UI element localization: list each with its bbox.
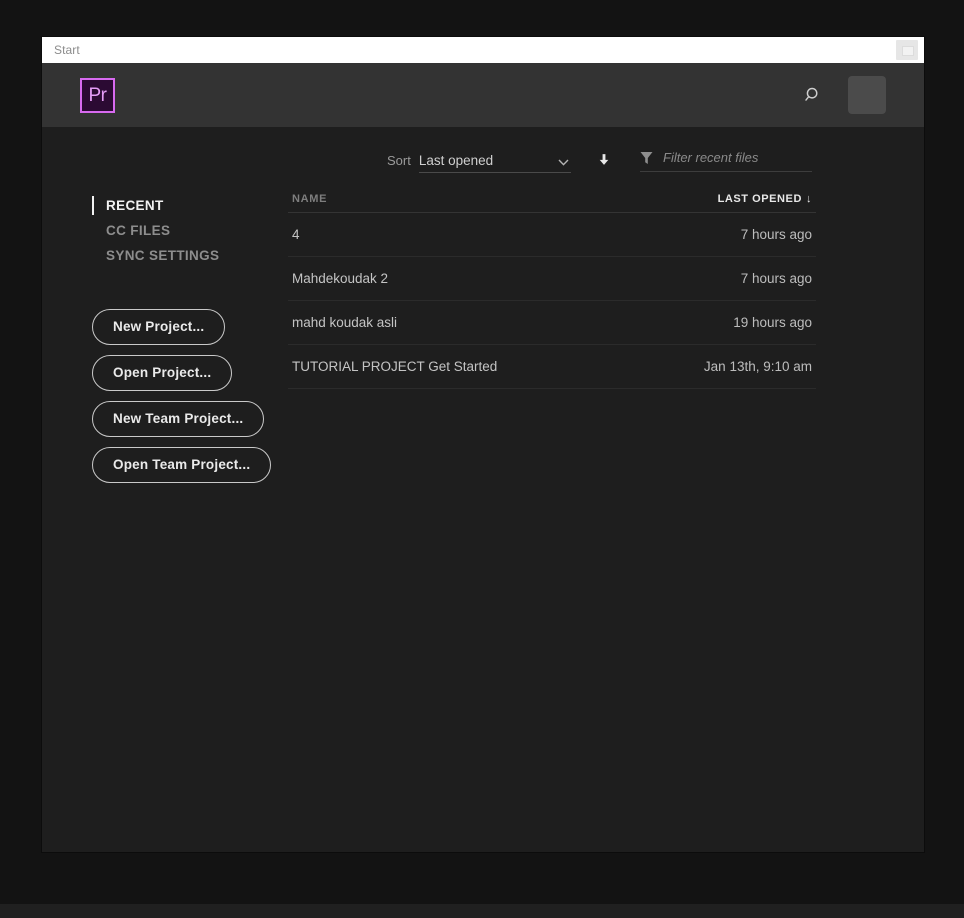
table-row[interactable]: 4 7 hours ago — [288, 213, 816, 257]
search-icon — [805, 87, 818, 101]
filter-funnel-icon — [640, 151, 653, 165]
arrow-down-icon — [599, 154, 609, 165]
premiere-pro-logo-text: Pr — [88, 84, 108, 106]
open-project-button[interactable]: Open Project... — [92, 355, 233, 391]
table-row[interactable]: mahd koudak asli 19 hours ago — [288, 301, 816, 345]
filter-field-group[interactable] — [640, 149, 843, 172]
sidebar-nav: RECENT CC FILES SYNC SETTINGS — [92, 193, 307, 268]
project-last-opened: 7 hours ago — [740, 227, 812, 242]
table-header: NAME LAST OPENED ↓ — [288, 193, 816, 213]
sidebar-item-cc-files[interactable]: CC FILES — [92, 218, 307, 243]
premiere-pro-start-window: Start Pr Sort Last opened Filter recent … — [42, 37, 924, 852]
window-titlebar: Start — [42, 37, 924, 63]
sidebar-item-sync-settings[interactable]: SYNC SETTINGS — [92, 243, 307, 268]
new-team-project-button[interactable]: New Team Project... — [92, 401, 265, 437]
desktop-background: Start Pr Sort Last opened Filter recent … — [0, 0, 964, 918]
project-last-opened: 19 hours ago — [733, 315, 812, 330]
start-screen-body: Sort Last opened Filter recent files REC… — [42, 127, 924, 852]
sort-indicator-arrow-icon: ↓ — [805, 193, 812, 205]
sort-dropdown-value: Last opened — [418, 153, 494, 168]
column-header-last-opened-label: LAST OPENED — [717, 193, 802, 205]
chevron-down-icon — [558, 159, 569, 166]
sort-dropdown[interactable]: Last opened — [418, 153, 571, 173]
sidebar-item-label: CC FILES — [106, 223, 171, 238]
search-button[interactable] — [798, 80, 828, 110]
sort-direction-button[interactable] — [593, 149, 615, 173]
new-project-button[interactable]: New Project... — [92, 309, 226, 345]
project-name: TUTORIAL PROJECT Get Started — [292, 359, 498, 374]
recent-files-table: NAME LAST OPENED ↓ 4 7 hours ago Mahdeko… — [288, 193, 816, 389]
table-row[interactable]: TUTORIAL PROJECT Get Started Jan 13th, 9… — [288, 345, 816, 389]
project-name: 4 — [292, 227, 300, 242]
open-team-project-button[interactable]: Open Team Project... — [92, 447, 272, 483]
project-name: mahd koudak asli — [292, 315, 398, 330]
window-title: Start — [54, 43, 80, 57]
filter-recent-files-input[interactable] — [661, 149, 843, 166]
column-header-last-opened[interactable]: LAST OPENED ↓ — [718, 193, 812, 205]
avatar[interactable] — [848, 76, 886, 114]
project-last-opened: 7 hours ago — [740, 271, 812, 286]
sidebar-item-label: RECENT — [106, 198, 164, 213]
sort-label: Sort — [387, 153, 411, 168]
sidebar-item-recent[interactable]: RECENT — [92, 193, 307, 218]
window-restore-icon[interactable] — [896, 40, 918, 60]
column-header-name[interactable]: NAME — [292, 193, 718, 205]
sidebar-item-label: SYNC SETTINGS — [106, 248, 220, 263]
recent-toolbar: Sort Last opened — [42, 139, 924, 191]
project-name: Mahdekoudak 2 — [292, 271, 389, 286]
desktop-taskbar-strip — [0, 904, 964, 918]
premiere-pro-logo: Pr — [80, 77, 115, 113]
project-last-opened: Jan 13th, 9:10 am — [703, 359, 812, 374]
app-header: Pr — [42, 63, 924, 127]
sort-control-group: Sort Last opened — [387, 149, 615, 173]
table-row[interactable]: Mahdekoudak 2 7 hours ago — [288, 257, 816, 301]
project-action-buttons: New Project... Open Project... New Team … — [92, 309, 272, 483]
